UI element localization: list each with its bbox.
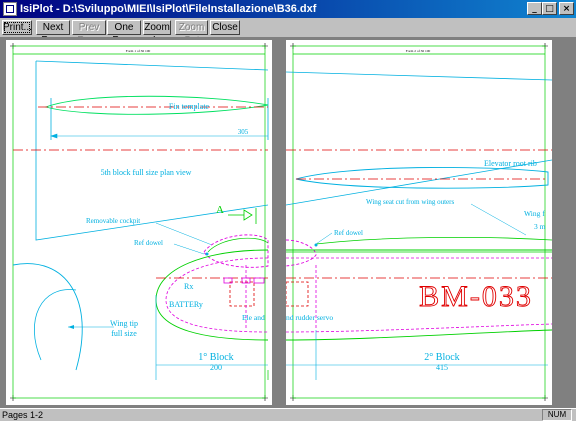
dim-305-line — [50, 133, 268, 139]
wing-tip-inner — [33, 289, 77, 361]
status-bar: Pages 1-2 NUM — [0, 408, 576, 421]
window-title: IsiPlot - D:\Sviluppo\MIEI\IsiPlot\FileI… — [20, 3, 317, 15]
section-a-label: A — [216, 204, 224, 216]
wing-tip-label: Wing tip — [110, 319, 138, 328]
pages-status: Pages 1-2 — [2, 410, 44, 420]
zoom-in-button[interactable]: Zoom In — [143, 20, 171, 46]
page-1-header: Form 1 of 36 100 — [126, 49, 151, 53]
rx-box — [229, 281, 255, 307]
window-controls: _ □ × — [527, 2, 574, 15]
wing-tip-arrowhead — [68, 325, 74, 329]
zoom-out-button[interactable]: Zoom Out — [175, 20, 208, 46]
fuselage-outline — [155, 249, 269, 341]
wing-tip-curve — [12, 263, 83, 371]
minimize-button[interactable]: _ — [527, 2, 542, 15]
rx-label: Rx — [184, 282, 193, 291]
title-bar: IsiPlot - D:\Sviluppo\MIEI\IsiPlot\FileI… — [0, 0, 576, 18]
page-2-drawing: Form 2 of 36 100 Elevator root rib Wing … — [286, 43, 552, 401]
num-lock-indicator: NUM — [542, 409, 572, 421]
canopy-tail — [286, 239, 317, 267]
3m-label: 3 m — [534, 222, 546, 231]
crop-marks-2 — [290, 43, 548, 401]
elevator-rib-label: Elevator root rib — [484, 159, 537, 168]
plan-outline-2 — [286, 71, 552, 206]
removable-cockpit-label: Removable cockpit — [86, 217, 140, 225]
wing-seat-label: Wing seat cut from wing outers — [366, 198, 454, 206]
fin-template-label: Fin template — [169, 102, 210, 111]
dowel-point-2 — [314, 243, 318, 247]
cockpit-leader — [155, 222, 213, 246]
dim-415: 415 — [436, 363, 448, 372]
print-button[interactable]: Print... — [2, 20, 32, 35]
dim-200: 200 — [210, 363, 222, 372]
block-2-label: 2° Block — [424, 352, 459, 363]
dowel-point — [205, 252, 209, 256]
elevator-rib-outline — [295, 166, 549, 189]
battery-label: BATTERy — [169, 300, 203, 309]
page-2-header: Form 2 of 36 100 — [406, 49, 431, 53]
ref-dowel-label-2: Ref dowel — [334, 229, 363, 237]
preview-area[interactable]: Form 1 of 36 100 Fin template 305 5th bl… — [0, 37, 576, 408]
canopy-outline — [203, 234, 269, 268]
rudder-servo-label: nd rudder servo — [286, 313, 333, 322]
page-2: Form 2 of 36 100 Elevator root rib Wing … — [286, 40, 552, 405]
fin-plan-outline — [35, 60, 269, 241]
maximize-button[interactable]: □ — [542, 2, 557, 15]
one-page-button[interactable]: One Page — [107, 20, 141, 46]
app-icon[interactable] — [3, 2, 17, 16]
ref-dowel-label: Ref dowel — [134, 239, 163, 247]
bm033-label: BM-033 — [419, 280, 533, 313]
dowel-leader — [173, 243, 205, 255]
fuselage-inner-bottom-2 — [286, 323, 552, 333]
page-1: Form 1 of 36 100 Fin template 305 5th bl… — [6, 40, 272, 405]
plan-view-label: 5th block full size plan view — [101, 168, 192, 177]
close-window-button[interactable]: × — [559, 2, 574, 15]
prev-page-button[interactable]: Prev Page — [72, 20, 106, 46]
close-button[interactable]: Close — [210, 20, 240, 35]
page-2-frame — [292, 45, 546, 399]
page-1-drawing: Form 1 of 36 100 Fin template 305 5th bl… — [10, 43, 269, 401]
next-page-button[interactable]: Next Page — [36, 20, 70, 46]
ele-and-label: Ele and — [242, 313, 265, 322]
wing-seat-leader — [470, 203, 527, 236]
fin-template-shape — [44, 95, 269, 115]
dim-305: 305 — [238, 128, 249, 136]
full-size-label: full size — [111, 329, 137, 338]
block-1-label: 1° Block — [198, 352, 233, 363]
wing-f-label: Wing f — [524, 209, 545, 218]
print-preview-toolbar: Print... Next Page Prev Page One Page Zo… — [0, 18, 576, 46]
